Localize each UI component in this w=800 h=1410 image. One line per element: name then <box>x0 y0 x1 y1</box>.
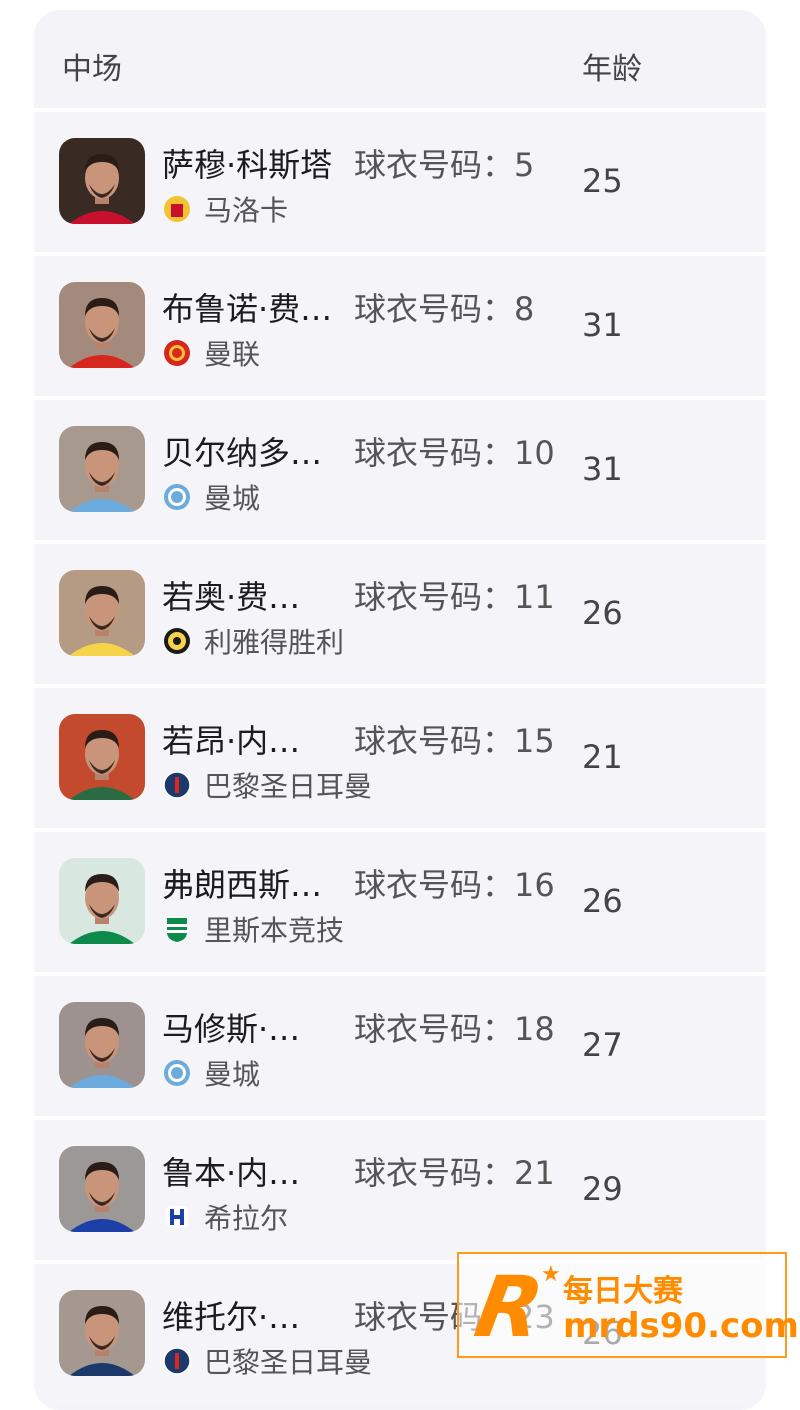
player-age: 31 <box>582 450 623 488</box>
jersey-value: 11 <box>514 578 555 616</box>
player-row[interactable]: 萨穆·科斯塔 球衣号码：5 25 马洛卡 <box>34 108 766 252</box>
jersey-number: 球衣号码：8 <box>354 284 534 330</box>
player-name: 布鲁诺·费… <box>162 290 333 328</box>
player-avatar <box>59 570 145 656</box>
player-avatar <box>59 1290 145 1376</box>
club-name: 利雅得胜利 <box>204 626 345 659</box>
player-name: 马修斯·… <box>162 1010 301 1048</box>
club-name: 曼城 <box>204 482 261 515</box>
watermark-title: 每日大赛 <box>563 1274 683 1309</box>
club-name: 里斯本竞技 <box>204 914 345 947</box>
club-info: 曼城 <box>162 480 261 515</box>
player-age: 29 <box>582 1170 623 1208</box>
mancity-badge-icon <box>162 1058 192 1088</box>
jersey-number: 球衣号码：15 <box>354 716 555 762</box>
list-header: 中场 年龄 <box>34 10 766 108</box>
midfielders-card: 中场 年龄 萨穆·科斯塔 球衣号码：5 25 马洛卡 布鲁诺·费… 球衣号码：8 31 曼联贝… <box>34 10 766 1410</box>
club-info: 曼城 <box>162 1056 261 1091</box>
player-row[interactable]: 弗朗西斯… 球衣号码：16 26 里斯本竞技 <box>34 828 766 972</box>
club-info: 马洛卡 <box>162 192 289 227</box>
jersey-value: 10 <box>514 434 555 472</box>
club-name: 曼城 <box>204 1058 261 1091</box>
jersey-number: 球衣号码：21 <box>354 1148 555 1194</box>
player-avatar <box>59 138 145 224</box>
alnassr-badge-icon <box>162 626 192 656</box>
jersey-prefix: 球衣号码： <box>354 434 515 472</box>
jersey-prefix: 球衣号码： <box>354 866 515 904</box>
player-row[interactable]: 马修斯·… 球衣号码：18 27 曼城 <box>34 972 766 1116</box>
jersey-number: 球衣号码：16 <box>354 860 555 906</box>
club-info: 希拉尔 <box>162 1200 289 1235</box>
mancity-badge-icon <box>162 482 192 512</box>
jersey-prefix: 球衣号码： <box>354 290 515 328</box>
player-name: 萨穆·科斯塔 <box>162 146 333 184</box>
club-info: 巴黎圣日耳曼 <box>162 768 373 803</box>
player-row[interactable]: 布鲁诺·费… 球衣号码：8 31 曼联 <box>34 252 766 396</box>
club-name: 马洛卡 <box>204 194 289 227</box>
jersey-prefix: 球衣号码： <box>354 1010 515 1048</box>
club-name: 巴黎圣日耳曼 <box>204 770 373 803</box>
watermark-url: mrds90.com <box>563 1306 799 1346</box>
club-info: 巴黎圣日耳曼 <box>162 1344 373 1379</box>
psg-badge-icon <box>162 770 192 800</box>
jersey-value: 18 <box>514 1010 555 1048</box>
age-header: 年龄 <box>582 52 642 87</box>
jersey-value: 5 <box>514 146 535 184</box>
jersey-number: 球衣号码：5 <box>354 140 534 186</box>
player-name: 若奥·费… <box>162 578 301 616</box>
jersey-number: 球衣号码：10 <box>354 428 555 474</box>
player-avatar <box>59 858 145 944</box>
player-row[interactable]: 若昂·内… 球衣号码：15 21 巴黎圣日耳曼 <box>34 684 766 828</box>
jersey-value: 21 <box>514 1154 555 1192</box>
jersey-prefix: 球衣号码： <box>354 1154 515 1192</box>
player-name: 弗朗西斯… <box>162 866 323 904</box>
club-info: 利雅得胜利 <box>162 624 345 659</box>
jersey-value: 8 <box>514 290 535 328</box>
watermark-logo: R <box>468 1258 551 1356</box>
jersey-number: 球衣号码：11 <box>354 572 555 618</box>
player-avatar <box>59 282 145 368</box>
player-age: 21 <box>582 738 623 776</box>
club-name: 巴黎圣日耳曼 <box>204 1346 373 1379</box>
player-age: 25 <box>582 162 623 200</box>
club-name: 希拉尔 <box>204 1202 289 1235</box>
player-row[interactable]: 若奥·费… 球衣号码：11 26 利雅得胜利 <box>34 540 766 684</box>
jersey-value: 16 <box>514 866 555 904</box>
position-header: 中场 <box>62 52 122 87</box>
sporting-badge-icon <box>162 914 192 944</box>
site-watermark: R ★ 每日大赛 mrds90.com <box>457 1252 799 1358</box>
player-age: 31 <box>582 306 623 344</box>
club-name: 曼联 <box>204 338 261 371</box>
psg-badge-icon <box>162 1346 192 1376</box>
jersey-number: 球衣号码：18 <box>354 1004 555 1050</box>
mallorca-badge-icon <box>162 194 192 224</box>
alhilal-badge-icon <box>162 1202 192 1232</box>
player-name: 鲁本·内… <box>162 1154 301 1192</box>
club-info: 曼联 <box>162 336 261 371</box>
player-row[interactable]: 贝尔纳多… 球衣号码：10 31 曼城 <box>34 396 766 540</box>
star-icon: ★ <box>541 1262 561 1287</box>
player-avatar <box>59 1146 145 1232</box>
player-avatar <box>59 426 145 512</box>
player-avatar <box>59 714 145 800</box>
player-row[interactable]: 鲁本·内… 球衣号码：21 29 希拉尔 <box>34 1116 766 1260</box>
player-age: 26 <box>582 882 623 920</box>
jersey-prefix: 球衣号码： <box>354 578 515 616</box>
jersey-value: 15 <box>514 722 555 760</box>
player-age: 26 <box>582 594 623 632</box>
player-name: 若昂·内… <box>162 722 301 760</box>
jersey-prefix: 球衣号码： <box>354 146 515 184</box>
player-name: 维托尔·… <box>162 1298 301 1336</box>
jersey-prefix: 球衣号码： <box>354 722 515 760</box>
manutd-badge-icon <box>162 338 192 368</box>
club-info: 里斯本竞技 <box>162 912 345 947</box>
player-avatar <box>59 1002 145 1088</box>
player-name: 贝尔纳多… <box>162 434 323 472</box>
player-age: 27 <box>582 1026 623 1064</box>
